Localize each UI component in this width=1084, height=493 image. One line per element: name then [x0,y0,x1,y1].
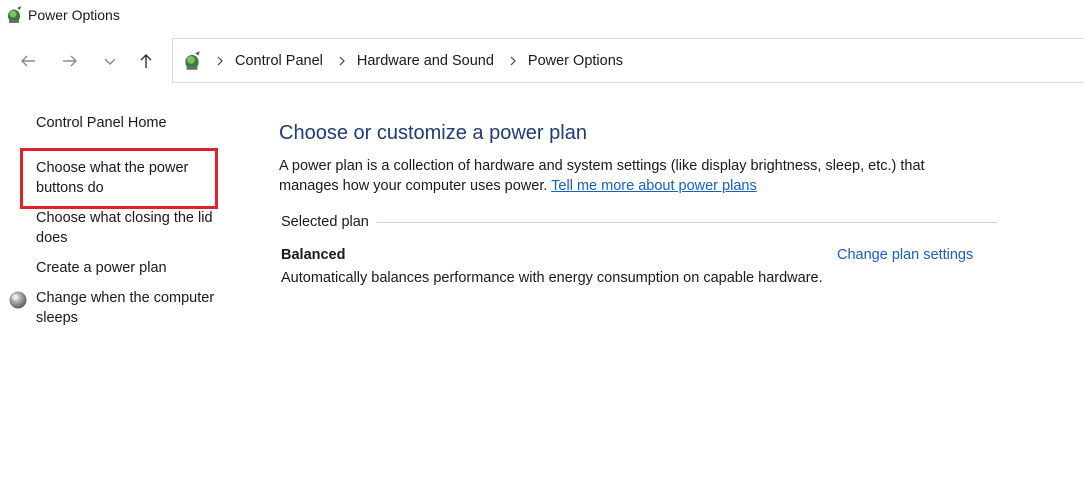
sidebar-item-power-buttons[interactable]: Choose what the power buttons do [36,158,201,198]
breadcrumb-control-panel[interactable]: Control Panel [235,53,323,69]
sidebar-item-create-power-plan[interactable]: Create a power plan [36,258,226,278]
address-bar[interactable]: Control Panel Hardware and Sound Power O… [172,38,1084,83]
power-options-icon [185,50,200,70]
page-title: Choose or customize a power plan [279,122,587,144]
sidebar-item-closing-lid[interactable]: Choose what closing the lid does [36,208,226,248]
arrow-up-icon [140,54,152,68]
change-plan-settings-link[interactable]: Change plan settings [837,247,973,263]
forward-button[interactable] [56,48,84,74]
arrow-right-icon [63,55,77,67]
chevron-right-icon[interactable] [337,56,347,66]
up-button[interactable] [132,48,160,74]
recent-locations-button[interactable] [96,48,124,74]
learn-more-link[interactable]: Tell me more about power plans [551,178,757,194]
chevron-right-icon[interactable] [215,56,225,66]
plan-description: Automatically balances performance with … [281,270,823,286]
section-divider [374,222,997,223]
sidebar-item-computer-sleeps[interactable]: Change when the computer sleeps [36,288,226,328]
arrow-left-icon [21,55,35,67]
page-description: A power plan is a collection of hardware… [279,156,979,196]
back-button[interactable] [14,48,42,74]
navigation-bar: Control Panel Hardware and Sound Power O… [0,38,1084,84]
moon-globe-icon [9,291,27,309]
chevron-right-icon[interactable] [508,56,518,66]
plan-name: Balanced [281,247,346,263]
chevron-down-icon [104,58,116,65]
sidebar-item-control-panel-home[interactable]: Control Panel Home [36,113,226,133]
title-bar: Power Options [0,0,1084,30]
window-title: Power Options [28,7,120,23]
sidebar: Control Panel Home Choose what the power… [0,84,250,493]
section-label: Selected plan [281,214,377,230]
breadcrumb-power-options[interactable]: Power Options [528,53,623,69]
breadcrumb-hardware-and-sound[interactable]: Hardware and Sound [357,53,494,69]
power-options-icon [8,6,21,23]
